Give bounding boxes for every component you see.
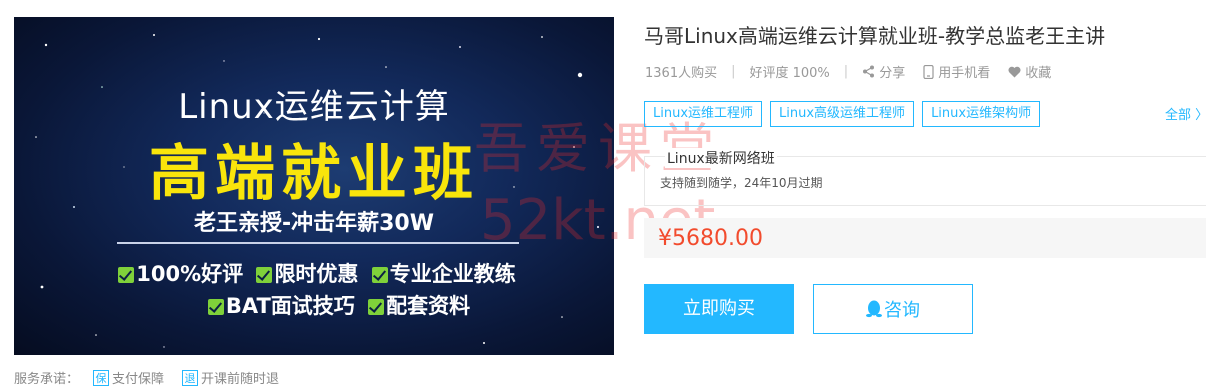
share-icon <box>863 65 875 78</box>
all-tags-label: 全部 <box>1165 108 1192 123</box>
banner-feature: 限时优惠 <box>274 262 359 286</box>
banner-feature: 100%好评 <box>136 262 244 286</box>
check-icon <box>207 299 224 315</box>
rating: 好评度 100% <box>749 66 830 81</box>
favorite-action[interactable]: 收藏 <box>1008 62 1051 81</box>
phone-icon <box>923 64 934 79</box>
plan-title: Linux最新网络班 <box>665 148 777 168</box>
plan-description: 支持随到随学，24年10月过期 <box>660 176 823 190</box>
consult-label: 咨询 <box>884 300 920 321</box>
banner-line1: Linux运维云计算 <box>178 87 450 127</box>
tag-item[interactable]: Linux运维架构师 <box>922 101 1041 127</box>
buyer-count: 1361人购买 <box>645 66 718 81</box>
plan-box[interactable]: Linux最新网络班 支持随到随学，24年10月过期 <box>644 148 1206 206</box>
service-item-label: 开课前随时退 <box>201 372 280 387</box>
price: ¥5680.00 <box>658 226 763 251</box>
share-action[interactable]: 分享 <box>862 62 905 81</box>
banner-feature: 配套资料 <box>386 294 471 318</box>
meta-separator: | <box>731 64 736 79</box>
meta-separator: | <box>843 64 849 79</box>
banner-divider <box>117 242 519 244</box>
favorite-label: 收藏 <box>1025 66 1052 81</box>
banner-feature: 专业企业教练 <box>389 262 516 286</box>
tag-item[interactable]: Linux运维工程师 <box>644 101 763 127</box>
all-tags-link[interactable]: 全部 〉 <box>1165 104 1206 123</box>
check-icon <box>368 299 385 315</box>
share-label: 分享 <box>879 66 906 81</box>
heart-icon <box>1008 66 1021 77</box>
mobile-view-label: 用手机看 <box>938 66 991 81</box>
banner-features-row2: BAT面试技巧 配套资料 <box>14 290 614 320</box>
banner-subline: 老王亲授-冲击年薪30W <box>193 211 434 236</box>
check-icon <box>371 267 388 283</box>
check-icon <box>118 267 135 283</box>
chevron-right-icon: 〉 <box>1195 108 1206 123</box>
service-item: 退 开课前随时退 <box>182 368 279 387</box>
service-label: 服务承诺： <box>14 372 80 387</box>
qq-penguin-icon <box>866 300 882 318</box>
service-item-label: 支付保障 <box>112 372 165 387</box>
mobile-view-action[interactable]: 用手机看 <box>923 62 990 81</box>
service-bar: 服务承诺： 保 支付保障 退 开课前随时退 <box>14 368 297 387</box>
course-banner: Linux运维云计算 高端就业班 老王亲授-冲击年薪30W 100%好评 限时优… <box>14 17 614 355</box>
tag-list: Linux运维工程师 Linux高级运维工程师 Linux运维架构师 <box>644 101 1048 127</box>
course-meta: 1361人购买 | 好评度 100% | 分享 用手机看 收藏 <box>645 62 1069 81</box>
check-icon <box>256 267 273 283</box>
price-area: ¥5680.00 <box>644 218 1206 258</box>
tag-item[interactable]: Linux高级运维工程师 <box>770 101 915 127</box>
course-title: 马哥Linux高端运维云计算就业班-教学总监老王主讲 <box>644 24 1106 48</box>
banner-features-row1: 100%好评 限时优惠 专业企业教练 <box>14 258 614 288</box>
service-item: 保 支付保障 <box>93 368 164 387</box>
refund-icon: 退 <box>182 369 199 386</box>
banner-headline: 高端就业班 <box>149 139 479 209</box>
guarantee-icon: 保 <box>93 369 110 386</box>
banner-feature: BAT面试技巧 <box>225 294 355 318</box>
buy-now-button[interactable]: 立即购买 <box>644 284 794 334</box>
consult-button[interactable]: 咨询 <box>813 284 973 334</box>
